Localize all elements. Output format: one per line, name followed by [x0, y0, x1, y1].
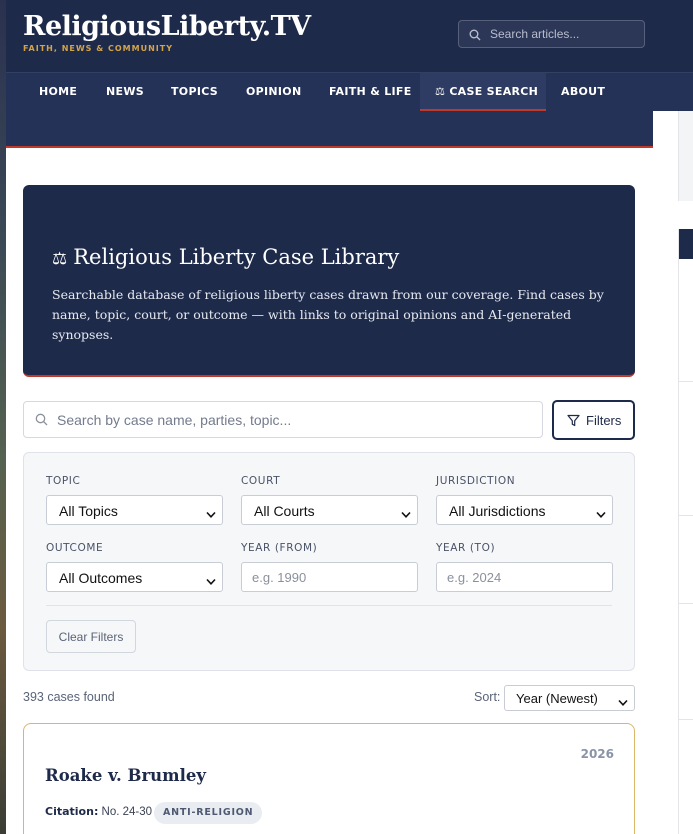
clear-filters-label: Clear Filters — [58, 630, 124, 644]
case-title[interactable]: Roake v. Brumley — [45, 766, 206, 785]
nav-news[interactable]: NEWS — [106, 73, 144, 111]
court-select[interactable]: All Courts — [241, 495, 418, 525]
sidebar-widget — [678, 229, 693, 834]
year-to-input[interactable]: e.g. 2024 — [436, 562, 613, 592]
divider — [679, 603, 693, 604]
search-icon — [35, 413, 48, 431]
site-tagline: FAITH, NEWS & COMMUNITY — [23, 44, 173, 53]
year-to-placeholder: e.g. 2024 — [447, 570, 502, 585]
filters-button-label: Filters — [586, 413, 622, 428]
filter-year-to-label: YEAR (TO) — [436, 542, 496, 554]
case-search-placeholder: Search by case name, parties, topic... — [57, 412, 292, 428]
divider — [679, 515, 693, 516]
nav-about[interactable]: ABOUT — [561, 73, 605, 111]
year-from-placeholder: e.g. 1990 — [252, 570, 307, 585]
filter-icon — [567, 414, 580, 432]
site-logo[interactable]: ReligiousLiberty.TV — [23, 11, 311, 42]
filter-court-label: COURT — [241, 475, 281, 487]
results-count: 393 cases found — [23, 690, 115, 704]
nav-opinion[interactable]: OPINION — [246, 73, 301, 111]
nav-case-search[interactable]: ⚖ CASE SEARCH — [420, 73, 546, 111]
case-library-hero: ⚖ Religious Liberty Case Library Searchab… — [23, 185, 635, 377]
case-citation: Citation: No. 24-30 — [45, 805, 152, 818]
nav-topics[interactable]: TOPICS — [171, 73, 218, 111]
outcome-select[interactable]: All Outcomes — [46, 562, 223, 592]
filter-year-from-label: YEAR (FROM) — [241, 542, 318, 554]
chevron-down-icon — [596, 506, 606, 524]
filters-button[interactable]: Filters — [552, 400, 635, 440]
header-search-placeholder: Search articles... — [490, 27, 580, 41]
filter-outcome-label: OUTCOME — [46, 542, 104, 554]
nav-home[interactable]: HOME — [39, 73, 77, 111]
case-citation-value: No. 24-30 — [101, 806, 153, 818]
right-sidebar — [653, 111, 693, 834]
sidebar-widget — [678, 111, 693, 201]
clear-filters-button[interactable]: Clear Filters — [46, 620, 136, 653]
case-search-input[interactable]: Search by case name, parties, topic... — [23, 401, 543, 438]
chevron-down-icon — [401, 506, 411, 524]
jurisdiction-select[interactable]: All Jurisdictions — [436, 495, 613, 525]
divider — [679, 381, 693, 382]
case-citation-label: Citation: — [45, 805, 99, 818]
sort-label: Sort: — [474, 690, 501, 704]
chevron-down-icon — [206, 506, 216, 524]
sidebar-widget-header — [679, 229, 693, 259]
filter-jurisdiction-label: JURISDICTION — [436, 475, 516, 487]
chevron-down-icon — [618, 694, 628, 712]
case-card[interactable]: 2026 Roake v. Brumley Citation: No. 24-3… — [23, 723, 635, 834]
scales-icon: ⚖ — [52, 249, 68, 269]
divider — [679, 719, 693, 720]
topic-select[interactable]: All Topics — [46, 495, 223, 525]
filter-topic-label: TOPIC — [46, 475, 81, 487]
year-from-input[interactable]: e.g. 1990 — [241, 562, 418, 592]
case-topic-badge[interactable]: ANTI-RELIGION — [154, 802, 263, 824]
page-description: Searchable database of religious liberty… — [52, 287, 604, 342]
filter-panel: TOPIC All Topics COURT All Courts JURISD… — [23, 452, 635, 671]
header-band — [6, 111, 653, 148]
court-select-value: All Courts — [254, 503, 315, 519]
site-header: ReligiousLiberty.TV FAITH, NEWS & COMMUN… — [6, 0, 693, 72]
page-title-text: Religious Liberty Case Library — [73, 245, 400, 269]
sort-select-value: Year (Newest) — [516, 691, 598, 706]
main-nav: HOME NEWS TOPICS OPINION FAITH & LIFE ⚖ … — [6, 72, 693, 111]
sort-select[interactable]: Year (Newest) — [504, 685, 635, 711]
page-title: ⚖ Religious Liberty Case Library — [52, 245, 399, 269]
nav-faith-life[interactable]: FAITH & LIFE — [329, 73, 412, 111]
nav-case-search-label: CASE SEARCH — [449, 85, 539, 98]
outcome-select-value: All Outcomes — [59, 570, 143, 586]
header-search-input[interactable]: Search articles... — [458, 20, 645, 48]
topic-select-value: All Topics — [59, 503, 118, 519]
chevron-down-icon — [206, 573, 216, 591]
search-icon — [469, 28, 481, 46]
divider — [46, 605, 612, 606]
scales-icon: ⚖ — [435, 85, 446, 98]
jurisdiction-select-value: All Jurisdictions — [449, 503, 546, 519]
case-year: 2026 — [580, 747, 614, 761]
